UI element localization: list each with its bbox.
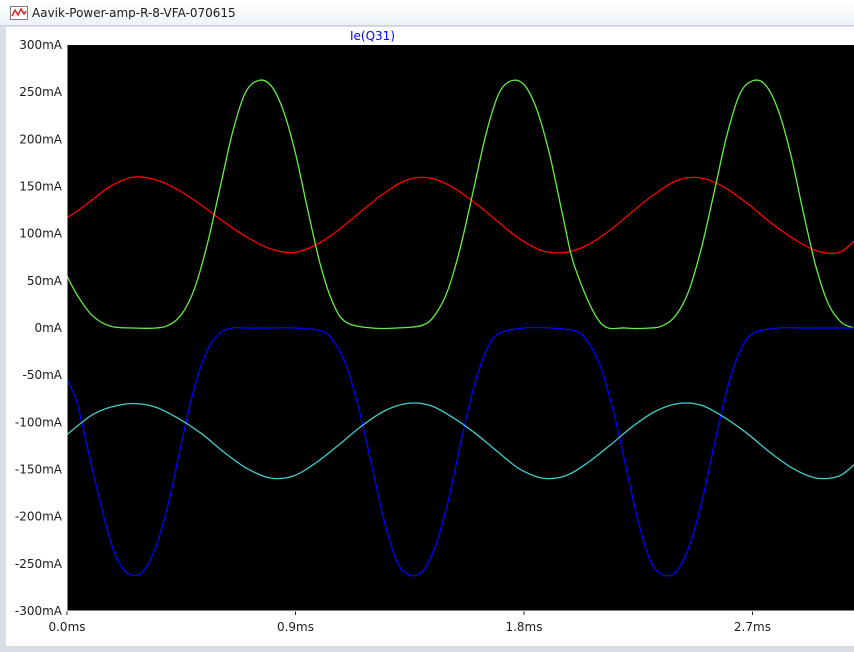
y-axis-ticks: 300mA 250mA 200mA 150mA 100mA 50mA 0mA -50mA -10… — [15, 38, 67, 618]
y-tick-label: -50mA — [23, 368, 63, 382]
y-tick-label: 50mA — [27, 274, 63, 288]
x-axis-ticks: 0.0ms 0.9ms 1.8ms 2.7ms — [48, 611, 771, 634]
y-tick-label: 200mA — [19, 132, 63, 146]
waveform-plot[interactable]: 300mA 250mA 200mA 150mA 100mA 50mA 0mA -50mA -10… — [0, 0, 854, 652]
trace-label-ie-q31[interactable]: Ie(Q31) — [350, 29, 395, 43]
y-tick-label: -250mA — [15, 557, 63, 571]
y-tick-label: 0mA — [34, 321, 62, 335]
plot-area-background[interactable] — [67, 45, 854, 611]
y-tick-label: -200mA — [15, 510, 63, 524]
y-tick-label: -150mA — [15, 463, 63, 477]
x-tick-label: 2.7ms — [734, 620, 771, 634]
y-tick-label: -300mA — [15, 604, 63, 618]
x-tick-label: 0.9ms — [277, 620, 314, 634]
y-tick-label: 250mA — [19, 85, 63, 99]
y-tick-label: 150mA — [19, 180, 63, 194]
x-tick-label: 0.0ms — [48, 620, 85, 634]
x-tick-label: 1.8ms — [505, 620, 542, 634]
y-tick-label: -100mA — [15, 415, 63, 429]
y-tick-label: 300mA — [19, 38, 63, 52]
y-tick-label: 100mA — [19, 227, 63, 241]
